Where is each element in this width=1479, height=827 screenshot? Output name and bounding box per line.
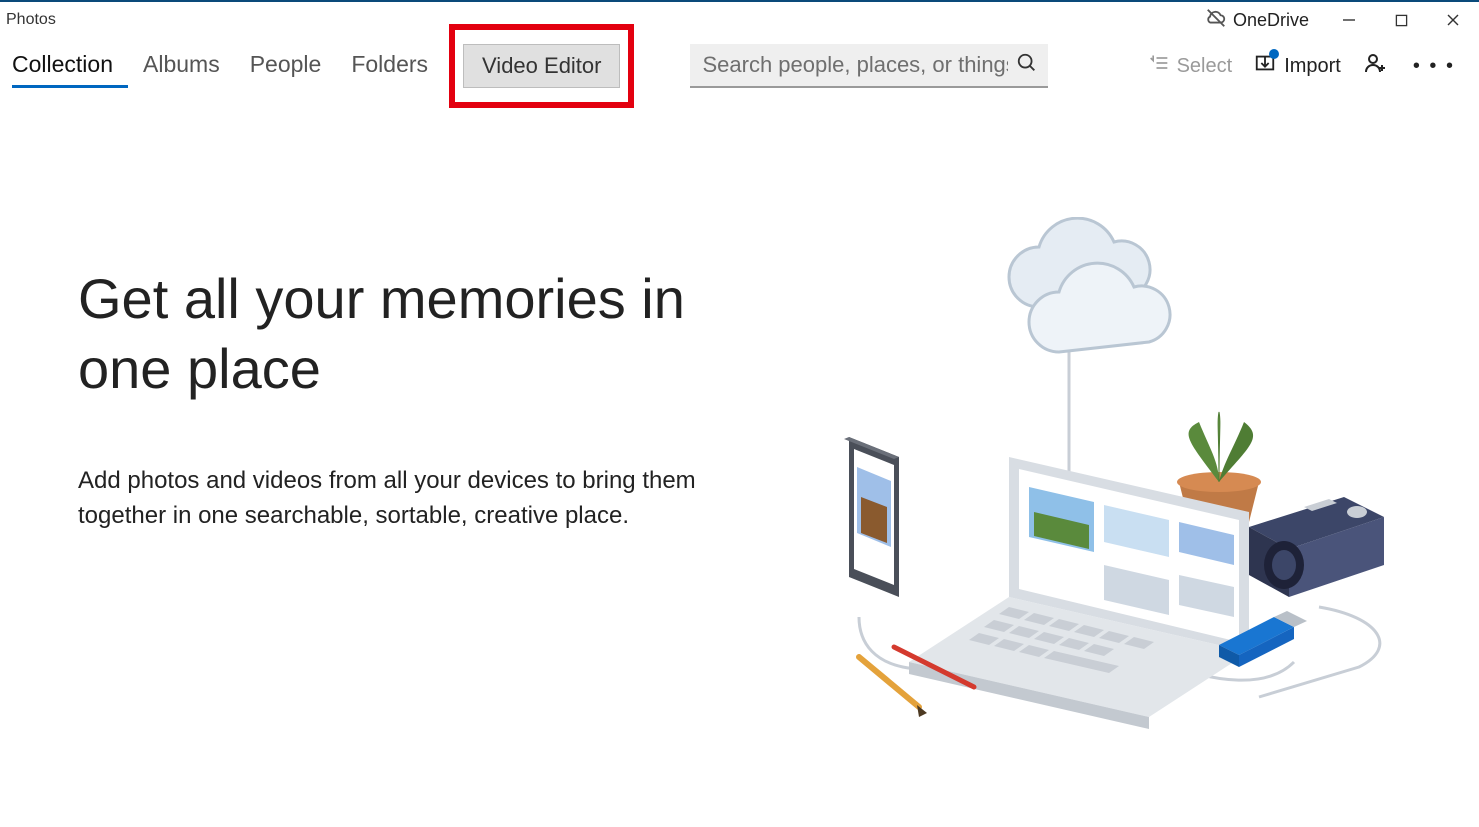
import-badge-icon xyxy=(1269,49,1279,59)
select-button[interactable]: Select xyxy=(1149,53,1233,79)
tab-folders[interactable]: Folders xyxy=(336,45,443,88)
hero-illustration xyxy=(799,217,1419,737)
import-button[interactable]: Import xyxy=(1254,52,1341,80)
search-icon[interactable] xyxy=(1016,52,1038,79)
import-icon xyxy=(1254,52,1276,80)
maximize-button[interactable] xyxy=(1375,2,1427,38)
onedrive-button[interactable]: OneDrive xyxy=(1197,1,1323,40)
onedrive-label: OneDrive xyxy=(1233,10,1309,31)
select-label: Select xyxy=(1177,55,1233,78)
hero-body: Add photos and videos from all your devi… xyxy=(78,464,700,534)
app-title: Photos xyxy=(6,11,56,29)
titlebar: Photos OneDrive xyxy=(0,2,1479,38)
titlebar-right: OneDrive xyxy=(1197,1,1479,40)
import-label: Import xyxy=(1284,55,1341,78)
select-icon xyxy=(1149,53,1169,79)
video-editor-button[interactable]: Video Editor xyxy=(463,44,620,88)
cloud-off-icon xyxy=(1205,7,1227,34)
ellipsis-icon: • • • xyxy=(1413,55,1455,78)
devices-illustration-icon xyxy=(799,217,1419,737)
video-editor-highlight: Video Editor xyxy=(463,44,620,88)
tab-albums[interactable]: Albums xyxy=(128,45,235,88)
close-button[interactable] xyxy=(1427,2,1479,38)
search-input[interactable] xyxy=(702,52,1008,78)
person-add-icon xyxy=(1363,51,1387,81)
search-box[interactable] xyxy=(690,44,1048,88)
navbar: Collection Albums People Folders Video E… xyxy=(0,38,1479,94)
more-button[interactable]: • • • xyxy=(1409,55,1459,78)
tab-people[interactable]: People xyxy=(235,45,337,88)
hero-heading: Get all your memories in one place xyxy=(78,264,700,404)
tab-collection[interactable]: Collection xyxy=(12,45,128,88)
hero-text: Get all your memories in one place Add p… xyxy=(0,264,700,534)
signin-button[interactable] xyxy=(1363,51,1387,81)
minimize-button[interactable] xyxy=(1323,2,1375,38)
navbar-right: Select Import • • • xyxy=(1149,51,1473,81)
